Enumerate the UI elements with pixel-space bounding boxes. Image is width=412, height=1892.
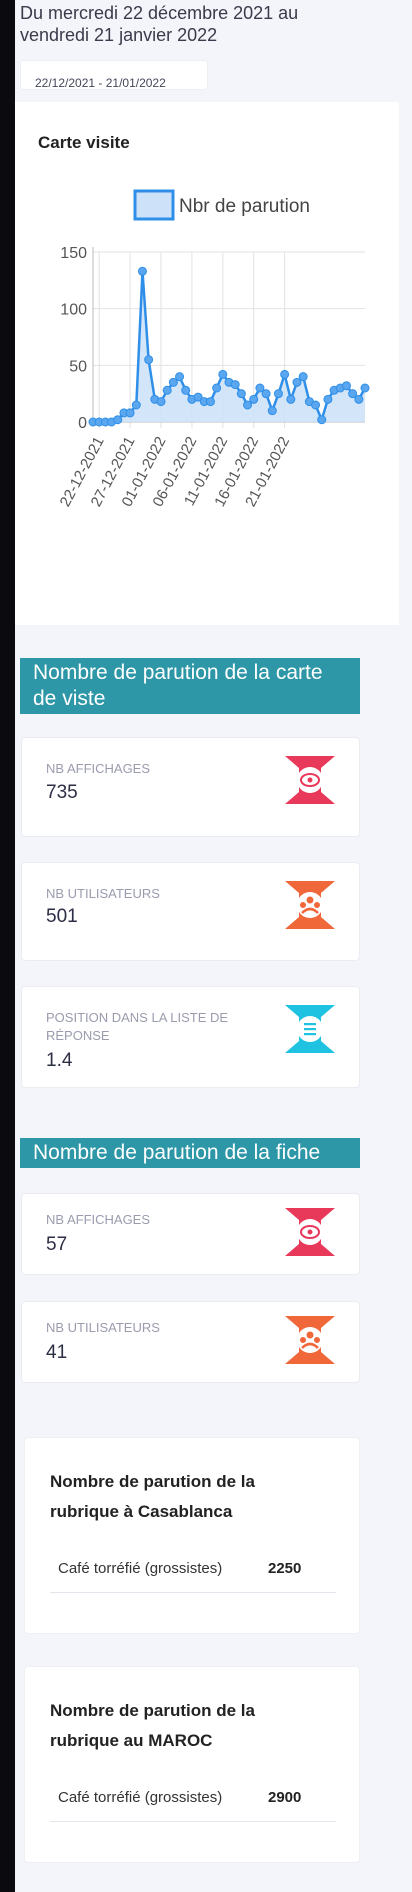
data-point: [218, 369, 228, 379]
data-point: [137, 266, 147, 276]
data-point: [298, 372, 308, 382]
data-point: [230, 380, 240, 390]
data-point: [205, 397, 215, 407]
data-point: [273, 389, 283, 399]
rubrique-row: Café torréfié (grossistes) 2250: [50, 1548, 336, 1593]
stat-value: 501: [46, 906, 78, 927]
stat-value: 57: [46, 1234, 68, 1255]
section-title-fiche: Nombre de parution de la fiche: [20, 1138, 360, 1168]
rubrique-value: 2900: [268, 1789, 302, 1806]
rubrique-value: 2250: [268, 1560, 302, 1577]
rubrique-title: Nombre de parution de la rubrique à Casa…: [50, 1472, 255, 1521]
data-point: [144, 355, 154, 365]
data-point: [236, 389, 246, 399]
data-point: [341, 381, 351, 391]
data-point: [286, 394, 296, 404]
stat-value: 735: [46, 782, 78, 803]
stat-label: NB AFFICHAGES: [46, 761, 151, 776]
data-point: [311, 400, 321, 410]
eye-icon: [285, 1208, 335, 1256]
data-point: [317, 415, 327, 425]
stat-card-utilisateurs-fiche: NB UTILISATEURS 41: [21, 1301, 360, 1383]
data-point: [131, 400, 141, 410]
stat-value: 1.4: [46, 1050, 73, 1071]
y-tick-label: 150: [60, 245, 87, 262]
data-point: [125, 408, 135, 418]
rubrique-card-casablanca: Nombre de parution de la rubrique à Casa…: [24, 1437, 360, 1634]
data-point: [162, 385, 172, 395]
rubrique-card-maroc: Nombre de parution de la rubrique au MAR…: [24, 1666, 360, 1863]
parution-chart: 05010015022-12-202127-12-202101-01-20220…: [57, 189, 370, 510]
rubrique-title: Nombre de parution de la rubrique au MAR…: [50, 1701, 255, 1750]
legend-swatch: [133, 189, 175, 221]
data-point: [249, 394, 259, 404]
y-tick-label: 0: [78, 415, 87, 432]
stat-card-affichages-fiche: NB AFFICHAGES 57: [21, 1193, 360, 1275]
stat-card-affichages: NB AFFICHAGES 735: [21, 737, 360, 837]
legend-label: Nbr de parution: [179, 196, 310, 217]
data-point: [261, 389, 271, 399]
data-point: [156, 397, 166, 407]
stat-value: 41: [46, 1342, 68, 1363]
y-tick-label: 50: [69, 358, 87, 375]
data-point: [212, 383, 222, 393]
stat-card-position: POSITION DANS LA LISTE DE RÉPONSE 1.4: [21, 986, 360, 1088]
rubrique-category: Café torréfié (grossistes): [58, 1560, 223, 1577]
stat-label: NB UTILISATEURS: [46, 886, 160, 901]
stat-label: NB UTILISATEURS: [46, 1320, 160, 1335]
rubrique-category: Café torréfié (grossistes): [58, 1789, 223, 1806]
stat-label: NB AFFICHAGES: [46, 1212, 151, 1227]
section-title-carte: Nombre de parution de la carte de viste: [20, 658, 360, 714]
data-point: [181, 385, 191, 395]
data-point: [267, 406, 277, 416]
period-title: Du mercredi 22 décembre 2021 au vendredi…: [20, 3, 299, 45]
data-point: [360, 383, 370, 393]
stat-card-utilisateurs: NB UTILISATEURS 501: [21, 862, 360, 961]
data-point: [354, 394, 364, 404]
data-point: [280, 369, 290, 379]
left-edge-bar: [0, 0, 15, 1892]
data-point: [113, 415, 123, 425]
list-icon: [285, 1005, 335, 1053]
chart-card: Carte visite 0 50 100 150 22-12-2021 27-12-20…: [15, 102, 399, 625]
data-point: [323, 394, 333, 404]
rubrique-row: Café torréfié (grossistes) 2900: [50, 1777, 336, 1822]
y-tick-label: 100: [60, 302, 87, 319]
stat-label: POSITION DANS LA LISTE DE RÉPONSE: [46, 1010, 229, 1043]
users-icon: [285, 881, 335, 929]
users-icon: [285, 1316, 335, 1364]
data-point: [175, 372, 185, 382]
eye-icon: [285, 756, 335, 804]
date-range-picker[interactable]: 22/12/2021 - 21/01/2022: [20, 60, 208, 90]
